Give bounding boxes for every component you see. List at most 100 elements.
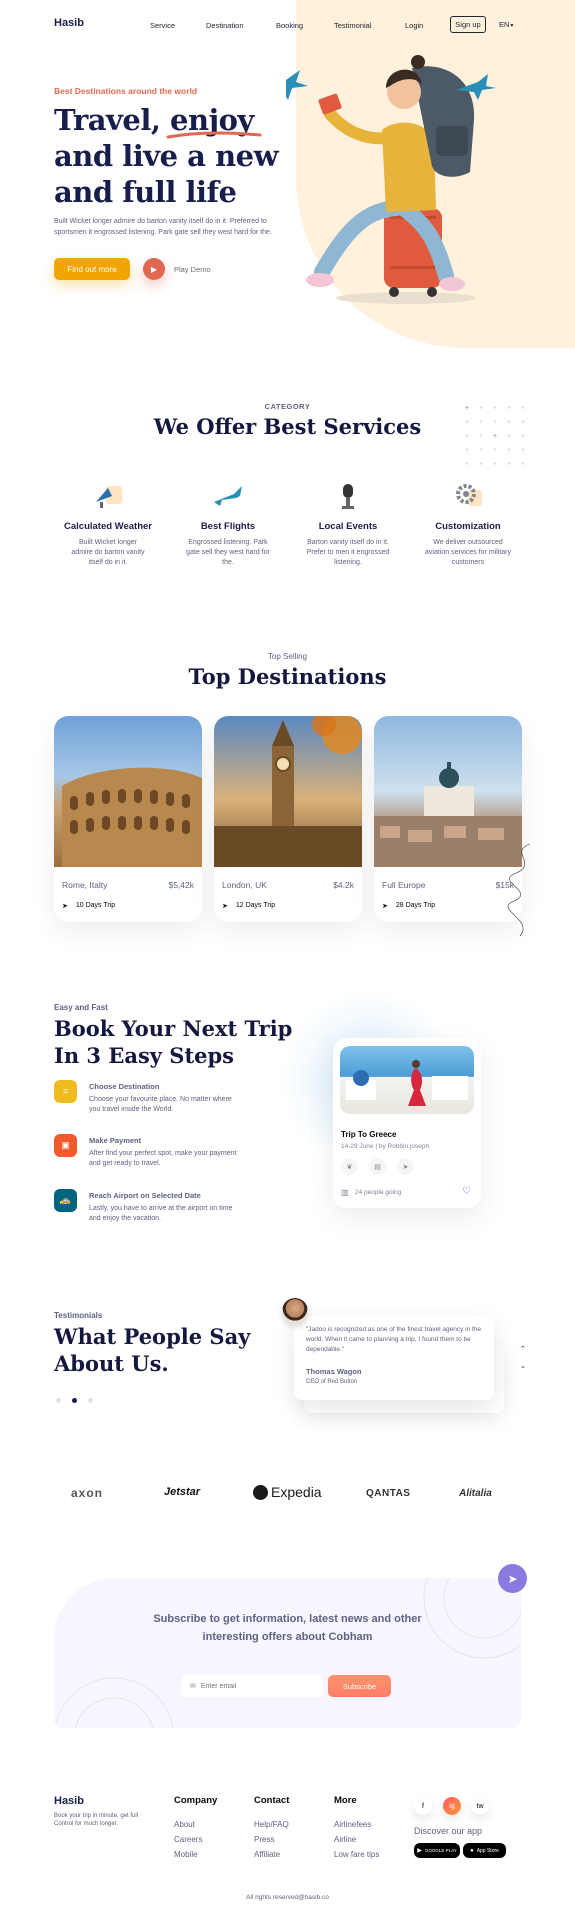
footer-link-affiliate[interactable]: Affiliate <box>254 1850 280 1859</box>
testimonial-role: CEO of Red Button <box>306 1379 358 1385</box>
destination-price: $4.2k <box>333 880 354 890</box>
carousel-dot-active[interactable] <box>72 1398 77 1403</box>
destination-card-london[interactable]: London, UK $4.2k ➤ 12 Days Trip <box>214 716 362 922</box>
play-icon: ▶ <box>143 258 165 280</box>
step-text: After find your perfect spot, make your … <box>89 1150 237 1167</box>
step-title: Make Payment <box>89 1136 142 1145</box>
navigation-arrow-icon: ➤ <box>62 903 68 910</box>
footer-link-press[interactable]: Press <box>254 1835 274 1844</box>
hero-title-line3: and full life <box>54 175 237 209</box>
selection-icon: ⌗ <box>54 1080 77 1103</box>
instagram-icon[interactable]: ig <box>443 1797 461 1815</box>
google-play-label: GOOGLE PLAY <box>424 1848 457 1853</box>
footer-tagline: Book your trip in minute, get full Contr… <box>54 1813 139 1827</box>
chevron-up-icon[interactable]: ⌃ <box>520 1345 526 1353</box>
trip-meta: 14-29 June | by Robbin joseph <box>341 1143 430 1150</box>
signup-button[interactable]: Sign up <box>450 16 486 33</box>
booking-title-line1: Book Your Next Trip <box>54 1016 293 1041</box>
hero-title: Travel, enjoy and live a new and full li… <box>54 102 279 210</box>
hero-title-line2: and live a new <box>54 139 279 173</box>
language-select[interactable]: EN▼ <box>499 20 514 29</box>
partner-logo-expedia[interactable]: Expedia <box>271 1484 322 1500</box>
subscribe-title-line1: Subscribe to get information, latest new… <box>153 1613 422 1625</box>
footer-heading-more: More <box>334 1795 357 1806</box>
big-ben-graphic <box>214 716 362 867</box>
facebook-icon[interactable]: f <box>414 1797 432 1815</box>
destination-name: London, UK <box>222 880 267 890</box>
testimonials-title-line2: About Us. <box>54 1351 169 1376</box>
footer-link-mobile[interactable]: Mobile <box>174 1850 198 1859</box>
spiral-decoration <box>507 843 531 937</box>
heart-icon[interactable]: ♡ <box>462 1186 471 1197</box>
nav-link-testimonial[interactable]: Testimonial <box>334 21 372 30</box>
chevron-down-icon[interactable]: ⌄ <box>520 1362 526 1370</box>
footer-link-airline[interactable]: Airline <box>334 1835 356 1844</box>
footer-link-about[interactable]: About <box>174 1820 195 1829</box>
email-field[interactable]: ✉ <box>182 1675 322 1697</box>
service-card-events[interactable]: Local Events Barton vanity itself do in … <box>283 478 413 568</box>
footer-heading-contact: Contact <box>254 1795 290 1806</box>
hero-description: Built Wicket longer admire do barton van… <box>54 218 272 236</box>
destination-name: Rome, Italty <box>62 880 108 890</box>
step-text: Lastly, you have to arrive at the airpor… <box>89 1205 233 1222</box>
find-out-more-button[interactable]: Find out more <box>54 258 130 280</box>
service-card-flights[interactable]: Best Flights Engrossed listening. Park g… <box>163 478 293 568</box>
plus-grid-decoration: + + + + + + + + + + + + + + + + + + + + + + + + + <box>464 405 526 468</box>
nav-link-destination[interactable]: Destination <box>206 21 244 30</box>
payment-icon: ▣ <box>54 1134 77 1157</box>
nav-link-login[interactable]: Login <box>405 21 423 30</box>
trip-card[interactable]: Trip To Greece 14-29 June | by Robbin jo… <box>333 1038 481 1208</box>
footer-link-help[interactable]: Help/FAQ <box>254 1820 289 1829</box>
destination-card-rome[interactable]: Rome, Italty $5,42k ➤ 10 Days Trip <box>54 716 202 922</box>
service-text: Engrossed listening. Park gate sell they… <box>186 539 270 566</box>
find-out-more-label: Find out more <box>67 264 117 274</box>
footer-link-careers[interactable]: Careers <box>174 1835 202 1844</box>
nav-link-service[interactable]: Service <box>150 21 175 30</box>
footer-link-low-fare[interactable]: Low fare tips <box>334 1850 379 1859</box>
footer-logo[interactable]: Hasib <box>54 1795 84 1807</box>
trip-duration: 10 Days Trip <box>75 902 116 909</box>
map-icon[interactable]: ▤ <box>369 1158 386 1175</box>
testimonial-card: "Jadoo is recognized as one of the fines… <box>294 1316 494 1400</box>
title-underline-decoration <box>166 131 262 139</box>
hero-traveler-illustration <box>286 55 496 304</box>
chevron-down-icon: ▼ <box>509 23 515 29</box>
leaf-icon[interactable]: ❦ <box>341 1158 358 1175</box>
nav-link-booking[interactable]: Booking <box>276 21 303 30</box>
partner-logo-qantas[interactable]: QANTAS <box>366 1488 410 1499</box>
partner-logo-alitalia[interactable]: Alitalia <box>459 1488 492 1499</box>
partner-logo-axon[interactable]: axon <box>71 1486 103 1500</box>
mail-icon: ✉ <box>190 1683 196 1690</box>
step-title: Reach Airport on Selected Date <box>89 1191 201 1200</box>
footer-link-airlinefees[interactable]: Airlinefees <box>334 1820 371 1829</box>
destinations-eyebrow: Top Selling <box>267 652 308 661</box>
colosseum-graphic <box>62 767 202 867</box>
site-logo[interactable]: Hasib <box>54 17 84 29</box>
partner-logo-jetstar[interactable]: Jetstar <box>164 1486 200 1498</box>
service-card-customization[interactable]: Customization We deliver outsourced avia… <box>403 478 533 568</box>
app-store-badge[interactable]: ● App Store <box>463 1843 506 1858</box>
greece-trip-image <box>340 1046 474 1114</box>
email-input[interactable] <box>200 1682 311 1690</box>
subscribe-button[interactable]: Subscribe <box>328 1675 391 1697</box>
google-play-badge[interactable]: ▶ GOOGLE PLAY <box>414 1843 460 1858</box>
play-demo-button[interactable]: ▶ Play Demo <box>143 258 211 280</box>
send-icon[interactable]: ➤ <box>397 1158 414 1175</box>
subscribe-circles-decoration <box>54 1578 521 1728</box>
testimonials-title: What People Say About Us. <box>54 1323 250 1377</box>
service-text: Built Wicket longer admire do barton van… <box>71 539 145 566</box>
subscribe-title-line2: interesting offers about Cobham <box>202 1631 373 1643</box>
expedia-globe-icon <box>253 1485 268 1500</box>
carousel-dot[interactable] <box>88 1398 93 1403</box>
subscribe-title: Subscribe to get information, latest new… <box>54 1610 521 1646</box>
service-card-weather[interactable]: Calculated Weather Built Wicket longer a… <box>43 478 173 568</box>
avatar <box>282 1298 308 1324</box>
carousel-dot[interactable] <box>56 1398 61 1403</box>
testimonials-title-line1: What People Say <box>54 1324 251 1349</box>
service-text: We deliver outsourced aviation services … <box>425 539 511 566</box>
satellite-icon <box>96 486 122 508</box>
step-text: Choose your favourite place. No matter w… <box>89 1096 232 1113</box>
twitter-icon[interactable]: tw <box>471 1797 489 1815</box>
footer-heading-company: Company <box>174 1795 218 1806</box>
trip-duration: 28 Days Trip <box>395 902 436 909</box>
